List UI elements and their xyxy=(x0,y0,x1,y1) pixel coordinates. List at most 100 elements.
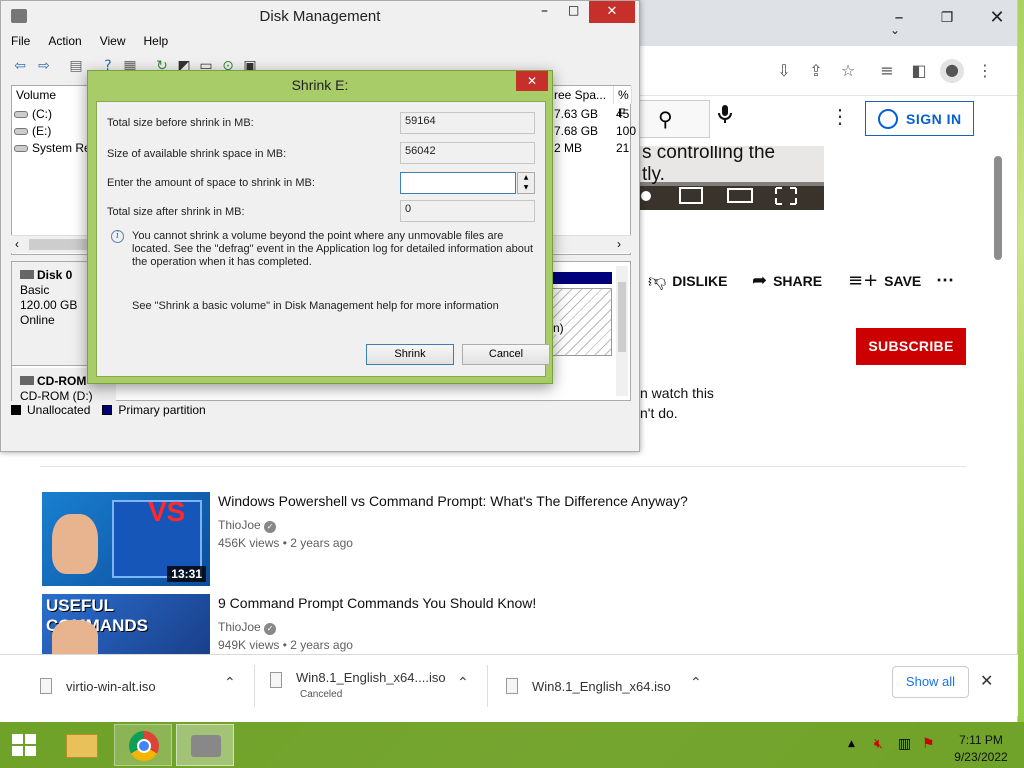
close-icon[interactable]: ✕ xyxy=(982,8,1012,30)
dialog-title: Shrink E: xyxy=(291,77,349,93)
video-thumbnail[interactable]: VS 13:31 xyxy=(42,492,210,586)
cancel-button[interactable]: Cancel xyxy=(462,344,550,365)
close-icon[interactable]: ✕ xyxy=(516,71,548,91)
spin-down-icon[interactable]: ▼ xyxy=(518,183,534,193)
scroll-left-icon[interactable]: ‹ xyxy=(15,237,19,251)
forward-arrow-icon[interactable]: ⇨ xyxy=(35,57,53,75)
shrink-amount-stepper[interactable]: ▲ ▼ xyxy=(517,172,535,194)
scroll-thumb[interactable] xyxy=(618,282,626,352)
subscribe-button[interactable]: SUBSCRIBE xyxy=(856,328,966,365)
disk-icon xyxy=(20,270,34,279)
disk-name-label: Disk 0 xyxy=(37,268,73,282)
chevron-up-icon[interactable]: ⌃ xyxy=(690,675,702,691)
microphone-icon[interactable] xyxy=(718,104,732,129)
channel-name[interactable]: ThioJoe ✓ xyxy=(218,620,277,635)
download-name: Win8.1_English_x64.iso xyxy=(532,678,671,694)
clock-date: 9/23/2022 xyxy=(954,750,1008,764)
maximize-icon[interactable]: ❐ xyxy=(932,8,962,30)
show-hidden-icons-icon[interactable]: ▲ xyxy=(848,739,855,749)
vertical-scrollbar[interactable] xyxy=(616,266,628,396)
channel-name[interactable]: ThioJoe ✓ xyxy=(218,518,277,533)
video-thumbnail[interactable]: USEFUL COMMANDS xyxy=(42,594,210,654)
column-header-free-space[interactable]: ree Spa... xyxy=(550,86,614,104)
share-button[interactable]: ➦ SHARE xyxy=(752,270,822,291)
youtube-search-button[interactable]: ⚲ xyxy=(640,100,710,138)
thumbs-down-icon: 👎︎ xyxy=(648,271,667,292)
column-header-percent-free[interactable]: % F xyxy=(614,86,632,120)
volume-muted-icon[interactable]: 🔇︎ xyxy=(874,736,883,752)
menu-file[interactable]: File xyxy=(11,34,30,52)
menu-action[interactable]: Action xyxy=(48,34,81,52)
shrink-dialog: Shrink E: ✕ Total size before shrink in … xyxy=(87,70,553,384)
console-tree-icon[interactable]: ▤ xyxy=(67,57,85,75)
video-player[interactable]: s controlling the tly. xyxy=(640,146,824,210)
video-title[interactable]: 9 Command Prompt Commands You Should Kno… xyxy=(218,595,536,611)
download-status: Canceled xyxy=(300,689,343,700)
verified-check-icon: ✓ xyxy=(264,521,277,533)
download-name: Win8.1_English_x64....iso xyxy=(296,669,446,685)
side-panel-icon[interactable]: ◧ xyxy=(908,60,930,82)
table-row[interactable]: System Res xyxy=(14,141,97,155)
taskbar-clock[interactable]: 7:11 PM 9/23/2022 xyxy=(946,732,1016,766)
divider xyxy=(254,665,255,707)
network-icon[interactable]: ▥ xyxy=(898,736,911,752)
chevron-up-icon[interactable]: ⌃ xyxy=(457,675,469,691)
legend-unallocated: Unallocated xyxy=(27,403,91,417)
disk-management-taskbar-button[interactable] xyxy=(176,724,234,766)
dislike-label: DISLIKE xyxy=(672,273,728,289)
minimize-icon[interactable]: – xyxy=(884,8,914,30)
maximize-icon[interactable]: □ xyxy=(568,3,579,17)
shrink-button[interactable]: Shrink xyxy=(366,344,454,365)
chrome-menu-icon[interactable]: ⋮ xyxy=(974,60,996,82)
video-title[interactable]: Windows Powershell vs Command Prompt: Wh… xyxy=(218,493,688,509)
primary-partition-bar[interactable] xyxy=(552,272,612,284)
dislike-button[interactable]: 👎︎ DISLIKE xyxy=(648,270,728,292)
show-all-downloads-button[interactable]: Show all xyxy=(892,666,969,698)
total-before-label: Total size before shrink in MB: xyxy=(107,117,254,129)
windows-start-icon[interactable] xyxy=(12,734,38,758)
chevron-up-icon[interactable]: ⌃ xyxy=(224,675,236,691)
more-actions-icon[interactable]: ⋯ xyxy=(936,270,954,291)
selected-partition[interactable]: n) xyxy=(552,288,612,356)
back-arrow-icon[interactable]: ⇦ xyxy=(11,57,29,75)
table-row[interactable]: (E:) xyxy=(14,124,51,138)
install-app-icon[interactable]: ⇩ xyxy=(773,60,795,82)
download-item[interactable]: virtio-win-alt.iso xyxy=(40,655,156,717)
legend: Unallocated Primary partition xyxy=(11,402,206,418)
drive-icon xyxy=(14,145,28,153)
media-control-icon[interactable]: ≡ xyxy=(876,60,898,82)
duration-badge: 13:31 xyxy=(167,566,206,582)
menu-view[interactable]: View xyxy=(100,34,126,52)
save-button[interactable]: ≡+ SAVE xyxy=(848,270,921,291)
profile-avatar-icon[interactable]: ● xyxy=(940,59,964,83)
settings-icon xyxy=(641,191,651,201)
menu-help[interactable]: Help xyxy=(144,34,169,52)
share-page-icon[interactable]: ⇪ xyxy=(805,60,827,82)
close-icon[interactable]: ✕ xyxy=(589,1,635,23)
download-item[interactable]: Win8.1_English_x64....iso Canceled xyxy=(270,655,446,717)
bookmark-star-icon[interactable]: ☆ xyxy=(837,60,859,82)
shrink-amount-input[interactable] xyxy=(400,172,516,194)
file-icon xyxy=(40,678,52,694)
table-row[interactable]: (C:) xyxy=(14,107,52,121)
scroll-right-icon[interactable]: › xyxy=(617,237,621,251)
download-item[interactable]: Win8.1_English_x64.iso xyxy=(506,655,671,717)
primary-swatch xyxy=(102,405,113,415)
more-options-icon[interactable]: ⋮ xyxy=(830,104,850,129)
percent-free-value: 21 xyxy=(616,141,630,155)
action-center-icon[interactable]: ⚑ xyxy=(922,736,935,752)
sign-in-button[interactable]: SIGN IN xyxy=(865,101,974,136)
spin-up-icon[interactable]: ▲ xyxy=(518,173,534,183)
thumbnail-face-art xyxy=(52,620,98,654)
chrome-taskbar-button[interactable] xyxy=(114,724,172,766)
drive-icon xyxy=(14,111,28,119)
unallocated-swatch xyxy=(11,405,21,415)
chrome-icon xyxy=(129,731,159,761)
close-downloads-icon[interactable]: ✕ xyxy=(980,671,993,690)
message-line: n't do. xyxy=(640,405,678,421)
minimize-icon[interactable]: – xyxy=(541,3,548,19)
page-scrollbar[interactable] xyxy=(994,156,1002,260)
dm-titlebar: Disk Management – □ ✕ xyxy=(1,1,639,33)
menu-bar: File Action View Help xyxy=(11,34,168,52)
file-explorer-taskbar-button[interactable] xyxy=(54,724,112,766)
